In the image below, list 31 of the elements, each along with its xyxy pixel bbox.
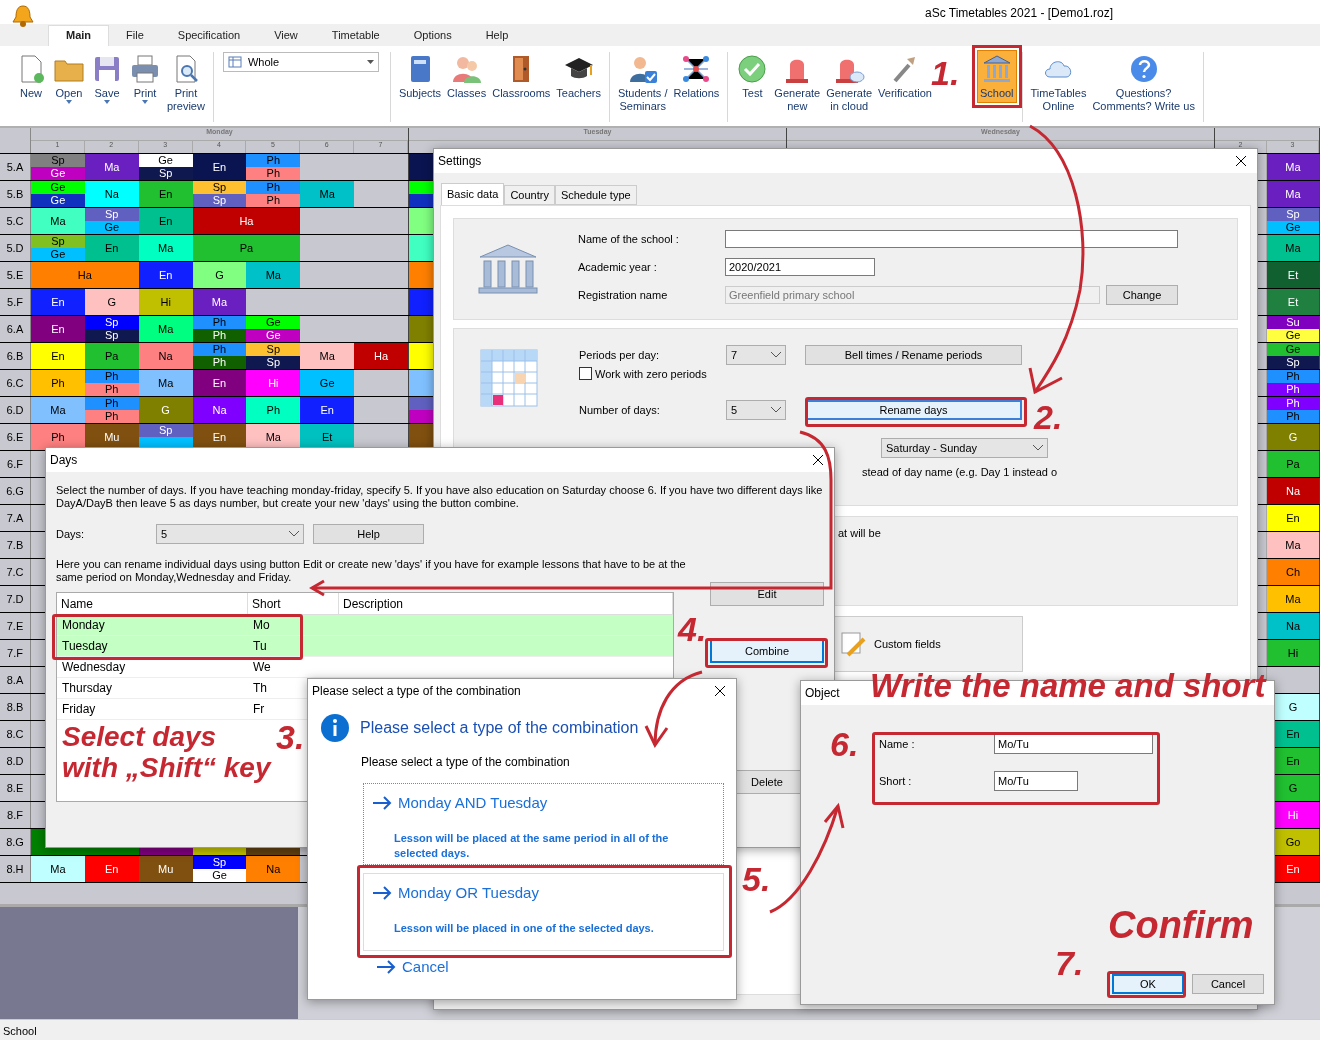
field-label: Registration name [578,289,669,301]
dialog-heading: Please select a type of the combination [360,719,639,737]
window-title: Please select a type of the combination [312,684,521,698]
field-label: Number of days: [579,404,661,416]
field-label: Name : [879,738,916,750]
field-label: Academic year : [578,261,658,273]
handwritten-annotation: 5. [742,862,771,896]
handwritten-annotation: 4. [678,612,707,646]
handwritten-annotation: Confirm [1108,905,1254,947]
handwritten-annotation: Select days with „Shift“ key [62,722,271,784]
instruction-text: Here you can rename individual days using button Edit or create new 'days' if you have for example lessons that have to be at the same period on Monday,Wednesday and Friday. [56,558,687,584]
window-title: Object [805,686,840,700]
status-text: School [3,1025,37,1037]
field-label: Days: [56,528,86,540]
dialog-subtitle: Please select a type of the combination [361,755,571,769]
window-title: Days [50,453,78,467]
field-label: Name of the school : [578,233,680,245]
instruction-text: Select the number of days. If you have teaching monday-friday, specify 5. If you have also education on Saturday choose 6. If you have two different days like DayA/DayB then leave 5 as days number, but create your new 'days' using the button combine. [56,484,824,510]
handwritten-annotation: 3. [276,720,305,754]
handwritten-annotation: 7. [1055,946,1084,980]
window-title: aSc Timetables 2021 - [Demo1.roz] [925,6,1114,20]
handwritten-annotation: 6. [830,727,859,761]
checkbox-label: Work with zero periods [595,367,707,380]
field-label: Short : [879,775,913,787]
handwritten-annotation: 2. [1034,400,1063,434]
handwritten-annotation: Write the name and short [870,668,1266,705]
field-label: Periods per day: [579,349,661,361]
handwritten-annotation: 1. [931,56,960,90]
description-text: stead of day name (e.g. Day 1 instead o [862,466,1058,478]
description-text: at will be [838,527,881,539]
window-title: Settings [438,154,482,168]
